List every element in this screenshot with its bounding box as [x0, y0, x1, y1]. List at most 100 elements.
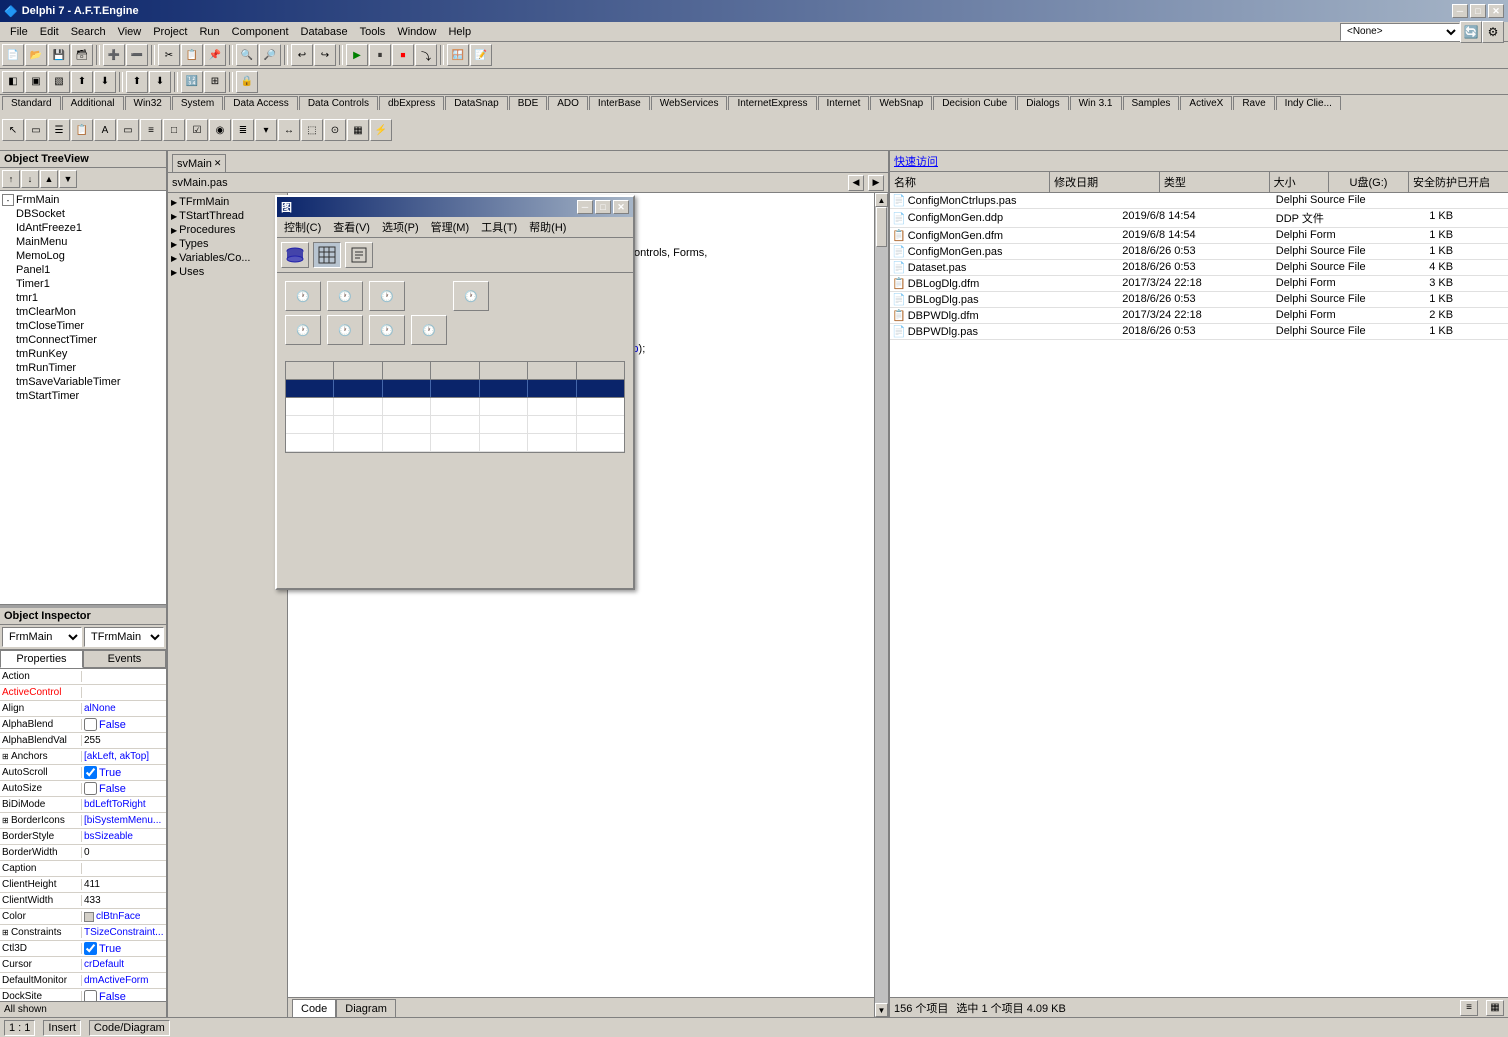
tree-btn2[interactable]: ↓: [21, 170, 39, 188]
tb-send-back[interactable]: ⬇: [149, 71, 171, 93]
tb-units[interactable]: 📝: [470, 44, 492, 66]
palette-tab-internetexpress[interactable]: InternetExpress: [728, 96, 816, 110]
palette-comp-radiogroup[interactable]: ⊙: [324, 119, 346, 141]
palette-tab-dialogs[interactable]: Dialogs: [1017, 96, 1068, 110]
tree-btn1[interactable]: ↑: [2, 170, 20, 188]
dialog-menu-control[interactable]: 控制(C): [278, 218, 327, 236]
palette-tab-datasnap[interactable]: DataSnap: [445, 96, 507, 110]
maximize-button[interactable]: □: [1470, 4, 1486, 18]
quick-access-link[interactable]: 快速访问: [894, 153, 938, 169]
editor-tree-item-procedures[interactable]: ▶ Procedures: [170, 223, 285, 237]
obj-tab-events[interactable]: Events: [83, 650, 166, 668]
file-row-configmonctrl[interactable]: 📄 ConfigMonCtrlups.pas Delphi Source Fil…: [890, 193, 1508, 209]
tb-open[interactable]: 📂: [25, 44, 47, 66]
tb-tab-order[interactable]: 🔢: [181, 71, 203, 93]
palette-tab-webservices[interactable]: WebServices: [651, 96, 728, 110]
file-row-configmongenpas[interactable]: 📄 ConfigMonGen.pas 2018/6/26 0:53 Delphi…: [890, 244, 1508, 260]
palette-tab-win31[interactable]: Win 3.1: [1070, 96, 1122, 110]
palette-tab-datacontrols[interactable]: Data Controls: [299, 96, 378, 110]
palette-comp-panel[interactable]: ▦: [347, 119, 369, 141]
palette-comp-frame[interactable]: ▭: [25, 119, 47, 141]
palette-comp-edit[interactable]: ▭: [117, 119, 139, 141]
palette-comp-pointer[interactable]: ↖: [2, 119, 24, 141]
tb-redo[interactable]: ↪: [314, 44, 336, 66]
view-list-btn[interactable]: ≡: [1460, 1000, 1478, 1016]
palette-tab-websnap[interactable]: WebSnap: [870, 96, 932, 110]
menu-file[interactable]: File: [4, 24, 34, 40]
dialog-icon-5[interactable]: 🕐: [453, 281, 489, 311]
file-row-configmongenddp[interactable]: 📄 ConfigMonGen.ddp 2019/6/8 14:54 DDP 文件…: [890, 209, 1508, 228]
palette-tab-rave[interactable]: Rave: [1233, 96, 1274, 110]
palette-tab-dbexpress[interactable]: dbExpress: [379, 96, 444, 110]
dialog-menu-options[interactable]: 选项(P): [376, 218, 425, 236]
tree-item-dbsocket[interactable]: DBSocket: [2, 207, 164, 221]
dialog-grid-selected-row[interactable]: [286, 380, 624, 398]
menu-project[interactable]: Project: [147, 24, 193, 40]
tb-copy[interactable]: 📋: [181, 44, 203, 66]
tb-create-template[interactable]: ⊞: [204, 71, 226, 93]
menu-view[interactable]: View: [112, 24, 148, 40]
palette-comp-memo[interactable]: ≡: [140, 119, 162, 141]
tree-item-tmsavevariabletimer[interactable]: tmSaveVariableTimer: [2, 375, 164, 389]
dialog-icon-7[interactable]: 🕐: [327, 315, 363, 345]
palette-tab-interbase[interactable]: InterBase: [589, 96, 650, 110]
tree-item-memolog[interactable]: MemoLog: [2, 249, 164, 263]
tb-paste[interactable]: 📌: [204, 44, 226, 66]
file-row-configmongendfm[interactable]: 📋 ConfigMonGen.dfm 2019/6/8 14:54 Delphi…: [890, 228, 1508, 244]
tree-btn4[interactable]: ▼: [59, 170, 77, 188]
dialog-minimize-btn[interactable]: ─: [577, 200, 593, 214]
file-row-dbpwdlgpas[interactable]: 📄 DBPWDlg.pas 2018/6/26 0:53 Delphi Sour…: [890, 324, 1508, 340]
dialog-icon-9[interactable]: 🕐: [411, 315, 447, 345]
palette-tab-ado[interactable]: ADO: [548, 96, 588, 110]
obj-tab-properties[interactable]: Properties: [0, 650, 83, 668]
tree-item-tmclosetimer[interactable]: tmCloseTimer: [2, 319, 164, 333]
dialog-menu-view[interactable]: 查看(V): [327, 218, 376, 236]
code-tab-diagram[interactable]: Diagram: [336, 999, 396, 1017]
tb-align-top[interactable]: ⬆: [71, 71, 93, 93]
scroll-up-btn[interactable]: ▲: [875, 193, 888, 207]
dialog-maximize-btn[interactable]: □: [595, 200, 611, 214]
dialog-icon-8[interactable]: 🕐: [369, 315, 405, 345]
file-row-dbpwdlgdfm[interactable]: 📋 DBPWDlg.dfm 2017/3/24 22:18 Delphi For…: [890, 308, 1508, 324]
editor-tree-item-uses[interactable]: ▶ Uses: [170, 265, 285, 279]
palette-tab-standard[interactable]: Standard: [2, 96, 61, 110]
palette-comp-combobox[interactable]: ▾: [255, 119, 277, 141]
tree-item-tmconnecttimer[interactable]: tmConnectTimer: [2, 333, 164, 347]
palette-comp-listbox[interactable]: ≣: [232, 119, 254, 141]
tb-align-center[interactable]: ▣: [25, 71, 47, 93]
autosize-checkbox[interactable]: [84, 782, 97, 795]
palette-comp-label[interactable]: A: [94, 119, 116, 141]
nav-prev-btn[interactable]: ◀: [848, 175, 864, 191]
menu-window[interactable]: Window: [391, 24, 442, 40]
tb-pause[interactable]: ⏸: [369, 44, 391, 66]
palette-comp-radio[interactable]: ◉: [209, 119, 231, 141]
dialog-menu-manage[interactable]: 管理(M): [425, 218, 476, 236]
palette-tab-dataaccess[interactable]: Data Access: [224, 96, 298, 110]
palette-tab-samples[interactable]: Samples: [1123, 96, 1180, 110]
tb-save[interactable]: 💾: [48, 44, 70, 66]
dialog-grid-row5[interactable]: [286, 434, 624, 452]
tree-btn3[interactable]: ▲: [40, 170, 58, 188]
editor-tab-svmain[interactable]: svMain ✕: [172, 154, 226, 172]
docksite-checkbox[interactable]: [84, 990, 97, 1001]
alphablend-checkbox[interactable]: [84, 718, 97, 731]
palette-tab-indyclie[interactable]: Indy Clie...: [1276, 96, 1341, 110]
tree-item-tmrunkey[interactable]: tmRunKey: [2, 347, 164, 361]
minimize-button[interactable]: ─: [1452, 4, 1468, 18]
file-row-dataset[interactable]: 📄 Dataset.pas 2018/6/26 0:53 Delphi Sour…: [890, 260, 1508, 276]
editor-tree-item-startthread[interactable]: ▶ TStartThread: [170, 209, 285, 223]
palette-comp-scrollbar[interactable]: ↔: [278, 119, 300, 141]
tb-align-bottom[interactable]: ⬇: [94, 71, 116, 93]
tree-item-mainmenu[interactable]: MainMenu: [2, 235, 164, 249]
menu-search[interactable]: Search: [65, 24, 112, 40]
palette-comp-button[interactable]: □: [163, 119, 185, 141]
palette-comp-groupbox[interactable]: ⬚: [301, 119, 323, 141]
palette-tab-system[interactable]: System: [172, 96, 223, 110]
nav-next-btn[interactable]: ▶: [868, 175, 884, 191]
view-detail-btn[interactable]: ▦: [1486, 1000, 1504, 1016]
tb-replace[interactable]: 🔎: [259, 44, 281, 66]
tb-lock-controls[interactable]: 🔒: [236, 71, 258, 93]
ctl3d-checkbox[interactable]: [84, 942, 97, 955]
dialog-tb-grid[interactable]: [313, 242, 341, 268]
palette-tab-bde[interactable]: BDE: [509, 96, 548, 110]
